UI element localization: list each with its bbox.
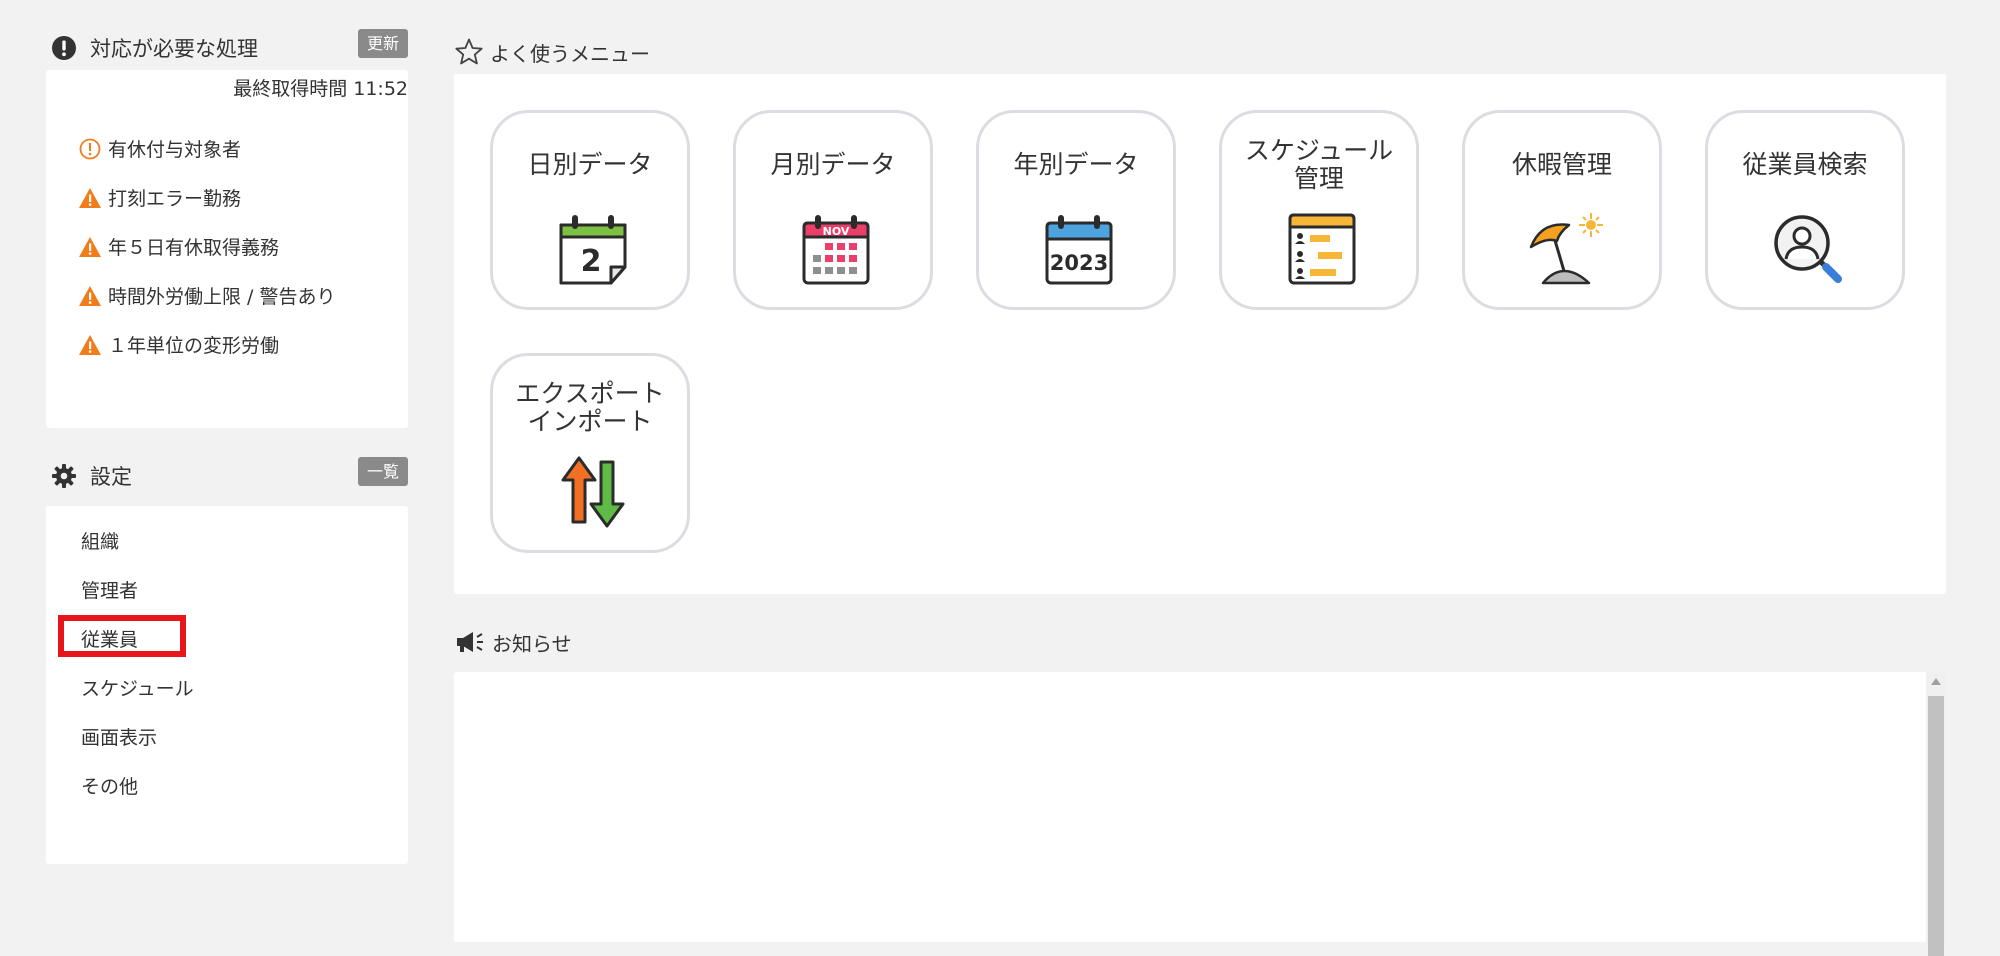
pending-item-stamp-error[interactable]: 打刻エラー勤務	[78, 173, 335, 222]
megaphone-icon	[454, 629, 486, 655]
schedule-chart-icon	[1288, 213, 1356, 285]
warning-triangle-icon	[78, 186, 102, 210]
settings-item-organization[interactable]: 組織	[81, 516, 194, 565]
refresh-button[interactable]: 更新	[357, 29, 408, 58]
warning-triangle-icon	[78, 235, 102, 259]
tile-label: エクスポート インポート	[515, 379, 665, 436]
tile-yearly-data[interactable]: 年別データ 2023	[976, 110, 1176, 310]
tile-employee-search[interactable]: 従業員検索	[1705, 110, 1905, 310]
scroll-up-arrow-icon[interactable]	[1931, 678, 1941, 685]
pending-list: 有休付与対象者 打刻エラー勤務 年５日有休取得義務 時間外労働上限 / 警告あり…	[78, 124, 335, 369]
tile-label: スケジュール 管理	[1244, 136, 1394, 193]
pending-item-label: 年５日有休取得義務	[108, 237, 280, 259]
news-section-title: お知らせ	[492, 631, 572, 656]
settings-section-header: 設定 一覧	[46, 454, 408, 498]
pending-item-five-day-leave[interactable]: 年５日有休取得義務	[78, 222, 335, 271]
right-column: よく使うメニュー 日別データ 2 月別データ NOV 年別データ 2023 スケ…	[454, 30, 1946, 956]
gear-icon	[50, 462, 78, 490]
settings-list: 組織 管理者 従業員 スケジュール 画面表示 その他	[81, 516, 194, 810]
pending-item-label: 有休付与対象者	[108, 139, 242, 161]
settings-item-employee[interactable]: 従業員	[81, 614, 194, 663]
settings-item-display[interactable]: 画面表示	[81, 712, 194, 761]
export-import-arrows-icon	[561, 456, 625, 528]
last-fetch-time: 最終取得時間 11:52	[233, 78, 408, 100]
news-card	[454, 672, 1946, 956]
left-column: 対応が必要な処理 更新 最終取得時間 11:52 有休付与対象者 打刻エラー勤務…	[46, 26, 408, 864]
news-scrollbar[interactable]	[1926, 672, 1946, 956]
tile-schedule-management[interactable]: スケジュール 管理	[1219, 110, 1419, 310]
star-icon	[454, 37, 484, 67]
calendar-day-number: 2	[581, 244, 602, 279]
calendar-year-icon: 2023	[1045, 215, 1113, 285]
tile-daily-data[interactable]: 日別データ 2	[490, 110, 690, 310]
tile-leave-management[interactable]: 休暇管理	[1462, 110, 1662, 310]
settings-section-title: 設定	[90, 465, 132, 489]
tile-label: 年別データ	[1013, 150, 1139, 179]
calendar-month-icon: NOV	[802, 215, 870, 285]
settings-list-button[interactable]: 一覧	[357, 457, 408, 486]
pending-item-label: 時間外労働上限 / 警告あり	[108, 286, 336, 308]
tile-export-import[interactable]: エクスポート インポート	[490, 353, 690, 553]
scrollbar-thumb[interactable]	[1928, 696, 1944, 956]
beach-umbrella-icon	[1529, 213, 1603, 285]
tile-label: 従業員検索	[1742, 150, 1868, 179]
pending-item-variable-working[interactable]: １年単位の変形労働	[78, 320, 335, 369]
pending-item-label: 打刻エラー勤務	[108, 188, 242, 210]
pending-item-paid-leave-grant[interactable]: 有休付与対象者	[78, 124, 335, 173]
warning-triangle-icon	[78, 284, 102, 308]
settings-item-other[interactable]: その他	[81, 761, 194, 810]
pending-section-title: 対応が必要な処理	[90, 37, 258, 61]
pending-card: 最終取得時間 11:52 有休付与対象者 打刻エラー勤務 年５日有休取得義務 時…	[46, 70, 408, 428]
news-section-header: お知らせ	[454, 620, 1946, 664]
warning-triangle-icon	[78, 333, 102, 357]
settings-item-schedule[interactable]: スケジュール	[81, 663, 194, 712]
tile-monthly-data[interactable]: 月別データ NOV	[733, 110, 933, 310]
calendar-year-number: 2023	[1050, 251, 1108, 275]
calendar-month-name: NOV	[823, 225, 850, 238]
favorites-section-title: よく使うメニュー	[490, 41, 650, 66]
settings-card: 組織 管理者 従業員 スケジュール 画面表示 その他	[46, 506, 408, 864]
favorites-section-header: よく使うメニュー	[454, 30, 1946, 74]
tile-label: 月別データ	[770, 150, 896, 179]
info-circle-icon	[78, 137, 102, 161]
tile-label: 日別データ	[527, 150, 653, 179]
favorites-card: 日別データ 2 月別データ NOV 年別データ 2023 スケジュール 管理 休…	[454, 74, 1946, 594]
settings-item-administrator[interactable]: 管理者	[81, 565, 194, 614]
calendar-day-icon: 2	[559, 215, 627, 285]
tile-label: 休暇管理	[1511, 150, 1612, 179]
user-search-icon	[1774, 215, 1842, 283]
exclamation-circle-icon	[50, 34, 78, 62]
pending-item-overtime-limit[interactable]: 時間外労働上限 / 警告あり	[78, 271, 335, 320]
pending-item-label: １年単位の変形労働	[108, 335, 280, 357]
pending-section-header: 対応が必要な処理 更新	[46, 26, 408, 70]
